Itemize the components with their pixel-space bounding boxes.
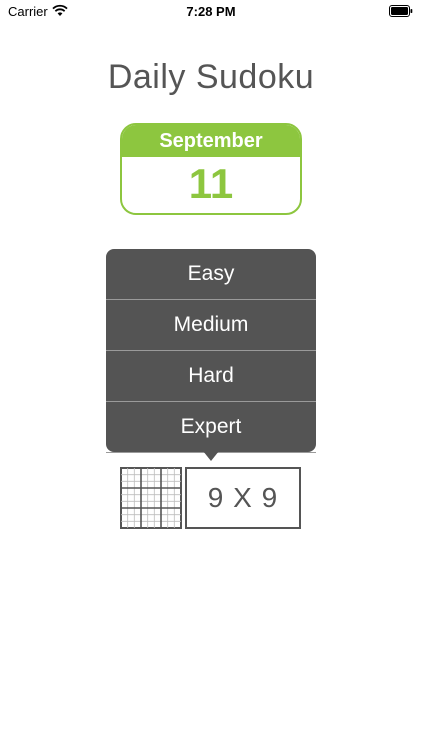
page-title: Daily Sudoku <box>107 58 315 96</box>
grid-size-selector[interactable]: 9 X 9 <box>185 467 301 529</box>
difficulty-easy[interactable]: Easy <box>106 249 316 300</box>
date-calendar[interactable]: September 11 <box>120 123 302 215</box>
difficulty-expert[interactable]: Expert <box>106 402 316 453</box>
difficulty-hard[interactable]: Hard <box>106 351 316 402</box>
status-time: 7:28 PM <box>186 4 236 19</box>
sudoku-grid-icon[interactable] <box>120 467 182 529</box>
difficulty-medium[interactable]: Medium <box>106 300 316 351</box>
menu-pointer-arrow <box>203 451 219 461</box>
status-bar: Carrier 7:28 PM <box>0 0 422 24</box>
calendar-month: September <box>122 125 300 157</box>
calendar-day: 11 <box>188 160 234 207</box>
difficulty-menu: Easy Medium Hard Expert <box>106 249 316 461</box>
battery-icon <box>389 5 413 17</box>
